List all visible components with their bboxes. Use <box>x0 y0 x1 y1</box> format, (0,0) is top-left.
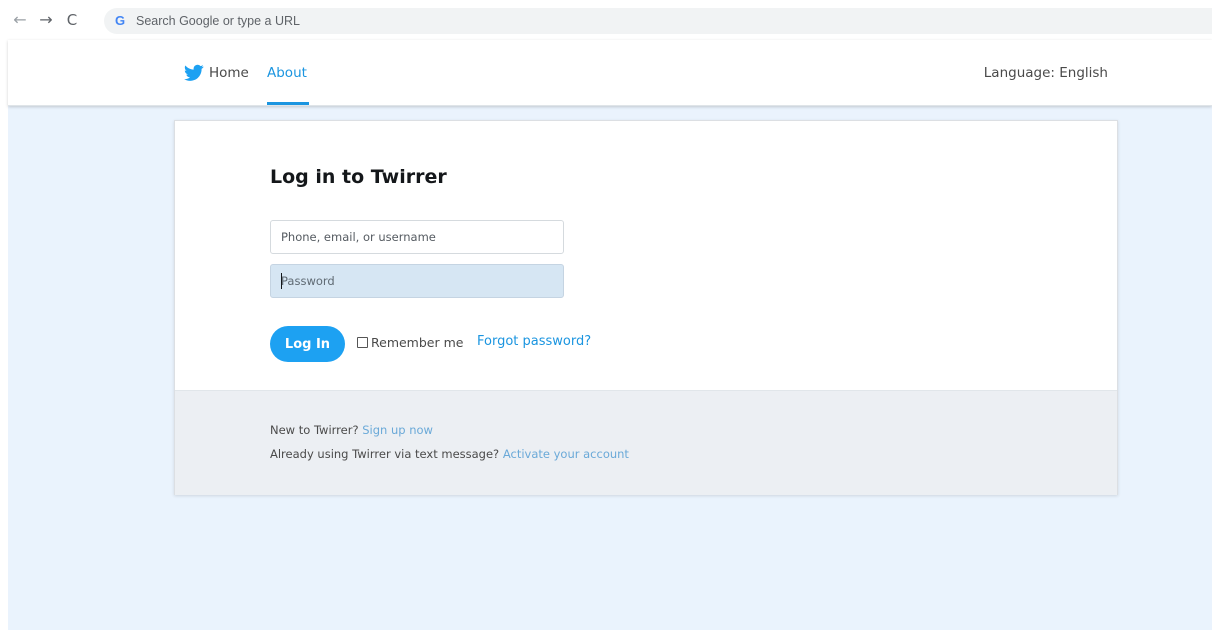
login-card-footer: New to Twirrer? Sign up now Already usin… <box>175 390 1117 495</box>
browser-toolbar: ← → C G Search Google or type a URL <box>0 0 1212 40</box>
signup-prefix: New to Twirrer? <box>270 423 363 437</box>
activate-line: Already using Twirrer via text message? … <box>270 447 629 461</box>
login-card: Log in to Twirrer Log In Remember me For… <box>174 120 1118 495</box>
signup-line: New to Twirrer? Sign up now <box>270 423 433 437</box>
top-navigation: Home About Language: English <box>8 40 1212 106</box>
reload-icon[interactable]: C <box>62 10 82 30</box>
remember-me-label: Remember me <box>371 335 464 350</box>
page-title: Log in to Twirrer <box>270 166 447 188</box>
bird-icon <box>184 64 204 81</box>
nav-about-link[interactable]: About <box>267 65 307 81</box>
login-button[interactable]: Log In <box>270 326 345 362</box>
text-cursor <box>281 273 282 289</box>
forward-arrow-icon[interactable]: → <box>36 10 56 30</box>
google-icon: G <box>115 13 126 28</box>
remember-me[interactable]: Remember me <box>357 335 463 350</box>
address-bar-placeholder: Search Google or type a URL <box>136 14 300 28</box>
signup-link[interactable]: Sign up now <box>362 423 433 437</box>
language-selector[interactable]: Language: English <box>984 65 1108 81</box>
page-viewport: Home About Language: English Log in to T… <box>8 40 1212 630</box>
password-input[interactable] <box>270 264 564 298</box>
nav-home-link[interactable]: Home <box>184 62 249 84</box>
forgot-password-link[interactable]: Forgot password? <box>477 334 591 349</box>
remember-me-checkbox[interactable] <box>357 337 368 348</box>
activate-prefix: Already using Twirrer via text message? <box>270 447 503 461</box>
back-arrow-icon[interactable]: ← <box>10 10 30 30</box>
nav-home-label: Home <box>209 65 249 81</box>
active-tab-indicator <box>267 102 309 105</box>
username-input[interactable] <box>270 220 564 254</box>
activate-link[interactable]: Activate your account <box>503 447 629 461</box>
address-bar[interactable]: G Search Google or type a URL <box>104 8 1212 34</box>
